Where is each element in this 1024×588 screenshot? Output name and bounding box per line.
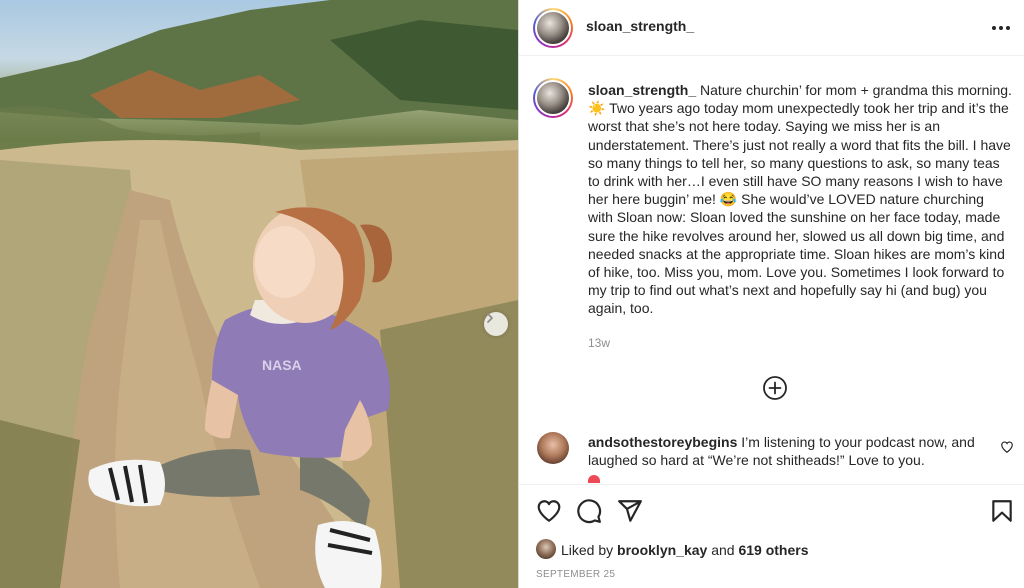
more-options-icon[interactable] — [989, 17, 1013, 39]
bookmark-icon[interactable] — [989, 498, 1015, 524]
comment-like-heart-icon[interactable] — [1000, 440, 1014, 454]
comment-username[interactable]: andsothestoreybegins — [588, 434, 737, 450]
liker-avatar[interactable] — [536, 539, 556, 559]
comment-icon[interactable] — [576, 498, 602, 524]
liker-username[interactable]: brooklyn_kay — [617, 542, 707, 558]
likes-middle: and — [707, 542, 739, 558]
author-avatar[interactable] — [533, 8, 573, 48]
caption-username[interactable]: sloan_strength_ — [588, 82, 696, 98]
post-photo[interactable]: NASA — [0, 0, 518, 588]
likes-prefix: Liked by — [561, 542, 618, 558]
likes-summary[interactable]: Liked by brooklyn_kay and 619 others — [561, 542, 809, 558]
post-header: sloan_strength_ — [519, 0, 1024, 56]
caption-text: Nature churchin’ for mom + grandma this … — [588, 82, 1012, 317]
post-caption: sloan_strength_ Nature churchin’ for mom… — [588, 81, 1012, 318]
carousel-next-button[interactable] — [484, 312, 508, 336]
heart-icon[interactable] — [536, 498, 562, 524]
chevron-right-icon — [487, 313, 493, 323]
comment-avatar[interactable] — [537, 432, 569, 464]
plus-circle-icon[interactable] — [762, 375, 788, 401]
post-date[interactable]: SEPTEMBER 25 — [536, 569, 615, 580]
caption-avatar[interactable] — [533, 78, 573, 118]
paper-plane-icon[interactable] — [617, 498, 643, 524]
actions-divider — [519, 484, 1024, 485]
caption-timestamp[interactable]: 13w — [588, 336, 610, 350]
heart-emoji-icon — [588, 475, 600, 484]
photo-illustration: NASA — [0, 0, 518, 588]
comment-item: andsothestoreybegins I’m listening to yo… — [588, 433, 978, 488]
post-side-panel: sloan_strength_ sloan_strength_ Nature c… — [518, 0, 1024, 588]
author-username[interactable]: sloan_strength_ — [586, 18, 694, 34]
likes-count[interactable]: 619 others — [738, 542, 808, 558]
svg-text:NASA: NASA — [262, 357, 302, 373]
